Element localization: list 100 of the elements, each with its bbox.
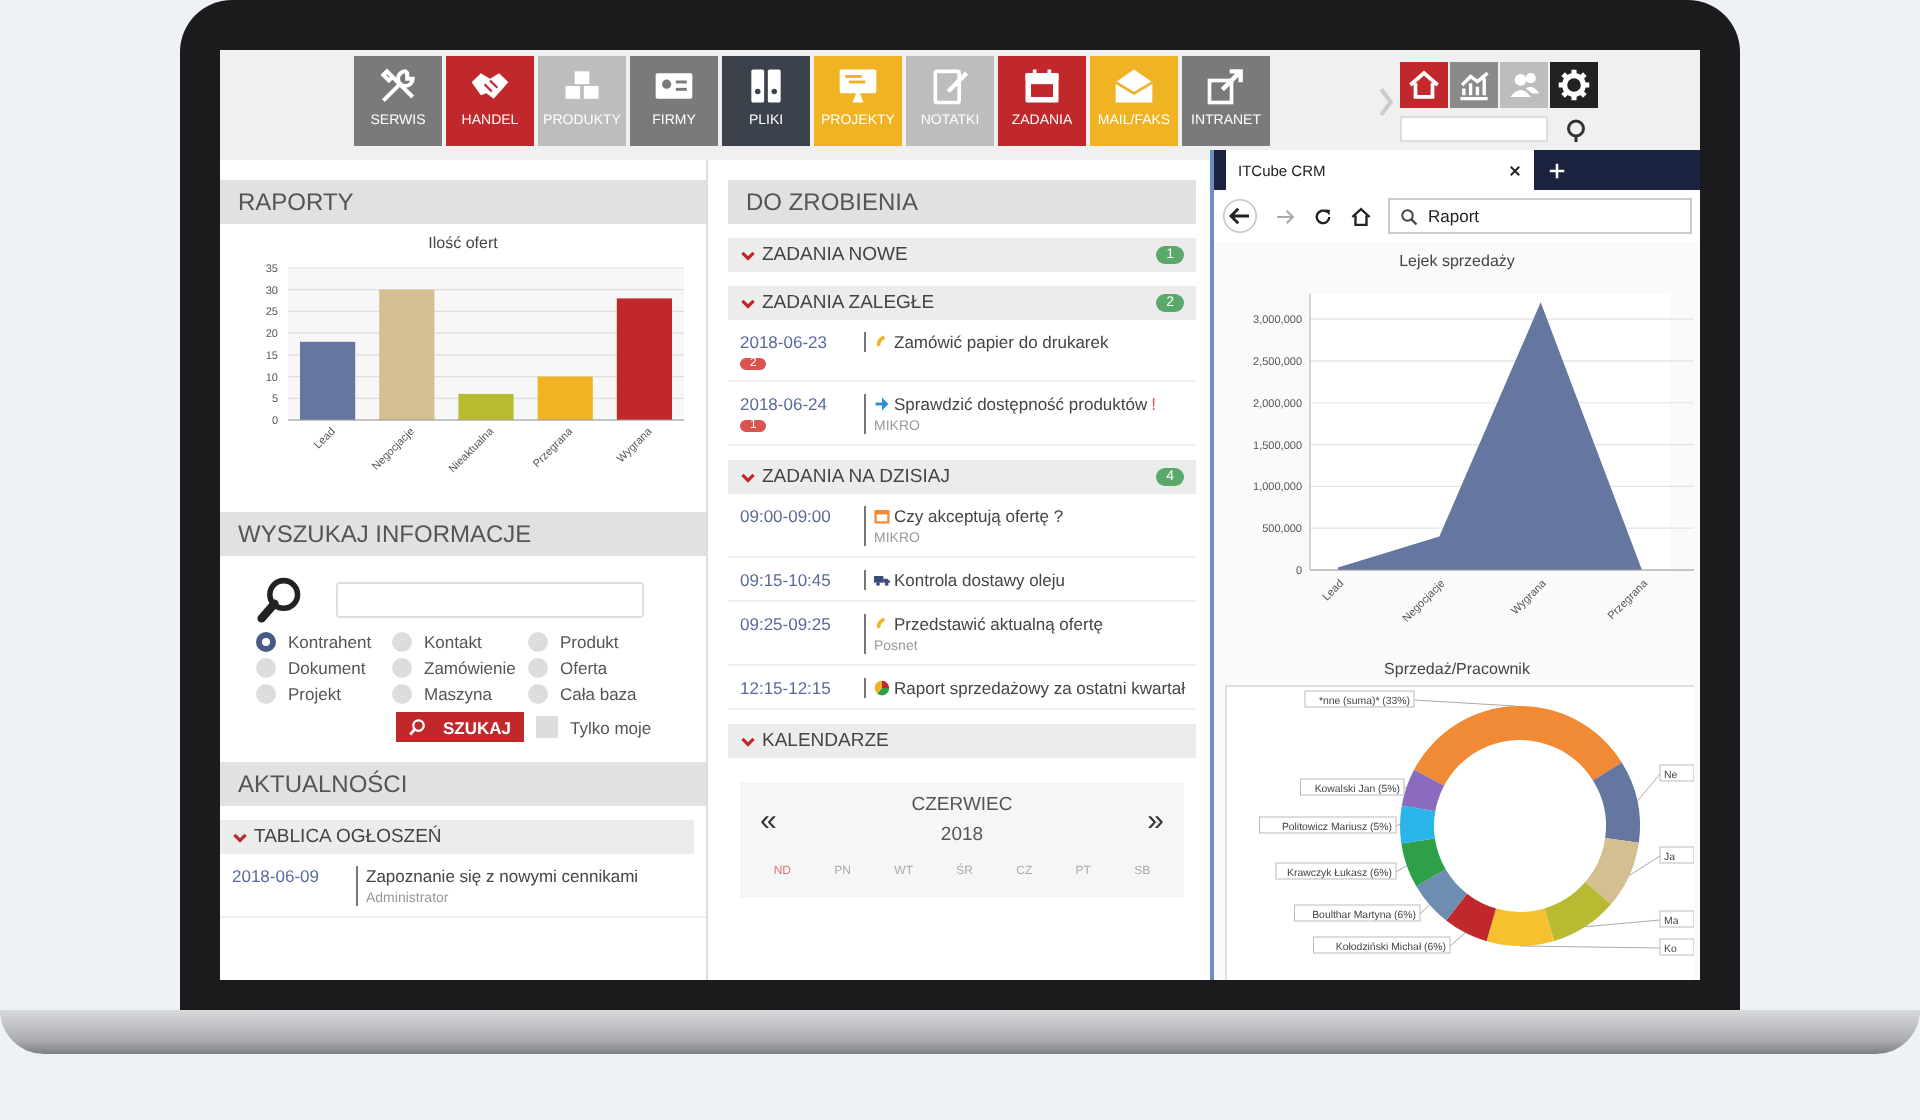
checkbox-label: Tylko moje	[570, 717, 652, 737]
chart-icon	[1456, 68, 1492, 102]
stats-button[interactable]	[1450, 62, 1498, 108]
bar	[379, 289, 435, 420]
next-month-button[interactable]: »	[1139, 803, 1172, 837]
task-title[interactable]: Raport sprzedażowy za ostatni kwartał	[894, 678, 1186, 698]
group-header[interactable]: TABLICA OGŁOSZEŃ	[220, 820, 694, 854]
radio-button[interactable]	[528, 632, 548, 652]
task-time: 09:25-09:25	[740, 614, 833, 634]
arrow-icon	[1204, 64, 1248, 108]
close-icon[interactable]	[1508, 163, 1522, 177]
group-title: ZADANIA ZALEGŁE	[762, 292, 937, 314]
radio-button[interactable]	[256, 658, 276, 678]
radio-button[interactable]	[528, 684, 548, 704]
notepad-icon	[928, 64, 972, 108]
users-icon	[1506, 68, 1542, 102]
task-title[interactable]: Sprawdzić dostępność produktów	[894, 394, 1148, 414]
leader-line	[1519, 945, 1661, 949]
donut-slice	[1585, 837, 1639, 905]
option-label: Maszyna	[424, 684, 493, 704]
reload-icon[interactable]	[1312, 205, 1334, 227]
checkbox[interactable]	[536, 716, 558, 738]
year-label: 2018	[940, 824, 984, 846]
leader-line	[1395, 865, 1408, 873]
search-button[interactable]: SZUKAJ	[396, 712, 524, 742]
forward-icon[interactable]	[1274, 205, 1296, 227]
monitor-icon	[836, 64, 880, 108]
leader-line	[1395, 824, 1401, 827]
donut-slice	[1416, 869, 1468, 921]
back-button[interactable]	[1222, 198, 1258, 234]
caret-icon	[740, 295, 756, 311]
home-icon[interactable]	[1350, 205, 1372, 227]
donut-slice	[1446, 893, 1497, 942]
leader-line	[1449, 932, 1466, 947]
truck-icon	[874, 572, 890, 588]
caret-icon	[740, 247, 756, 263]
leader-line	[1419, 904, 1431, 915]
calendar-icon	[874, 508, 890, 524]
month-label: CZERWIEC	[911, 794, 1013, 816]
option-label: Zamówienie	[424, 658, 516, 678]
task-time: 2018-06-23	[740, 332, 829, 352]
group-title: ZADANIA NA DZISIAJ	[762, 466, 952, 488]
section-header: RAPORTY	[220, 180, 706, 224]
task-time: 09:15-10:45	[740, 570, 833, 590]
radio-button[interactable]	[392, 658, 412, 678]
previous-month-button[interactable]: «	[752, 803, 785, 837]
urgent-mark: !	[1151, 394, 1156, 414]
group-title: TABLICA OGŁOSZEŃ	[254, 826, 442, 848]
news-title[interactable]: Zapoznanie się z nowymi cennikami	[366, 866, 639, 886]
task-title[interactable]: Zamówić papier do drukarek	[894, 332, 1109, 352]
task-time: 2018-06-24	[740, 394, 829, 414]
section-header: DO ZROBIENIA	[728, 180, 1196, 224]
chart-title: Lejek sprzedaży	[1397, 252, 1517, 270]
news-date: 2018-06-09	[232, 866, 321, 890]
task-time: 12:15-12:15	[740, 678, 833, 698]
leader-line	[1584, 919, 1661, 928]
section-header: AKTUALNOŚCI	[220, 762, 706, 806]
radio-button[interactable]	[256, 684, 276, 704]
donut-slice	[1401, 838, 1446, 887]
task-time: 09:00-09:00	[740, 506, 833, 526]
option-label: Dokument	[288, 658, 366, 678]
calendar-icon	[1020, 64, 1064, 108]
chart-title: Ilość ofert	[426, 234, 500, 252]
section-header: WYSZUKAJ INFORMACJE	[220, 512, 706, 556]
chevron-icon[interactable]	[1378, 86, 1394, 118]
caret-icon	[740, 469, 756, 485]
task-title[interactable]: Kontrola dostawy oleju	[894, 570, 1066, 590]
quick-search-field[interactable]	[1400, 116, 1548, 142]
search-field[interactable]	[336, 582, 644, 618]
caret-icon	[232, 829, 248, 845]
group-header[interactable]: KALENDARZE	[728, 724, 1196, 758]
caret-icon	[740, 733, 756, 749]
bar	[616, 298, 672, 420]
new-tab-icon[interactable]	[1548, 162, 1566, 180]
task-title[interactable]: Przedstawić aktualną ofertę	[894, 614, 1103, 634]
chart-title: Sprzedaż/Pracownik	[1382, 660, 1532, 678]
pie-chart-icon	[874, 680, 890, 696]
bar	[300, 341, 356, 420]
option-label: Cała baza	[560, 684, 637, 704]
option-label: Kontrahent	[288, 632, 372, 652]
bar	[537, 376, 593, 420]
arrow-icon	[874, 396, 890, 412]
task-title[interactable]: Czy akceptują ofertę ?	[894, 506, 1064, 526]
leader-line	[1628, 855, 1661, 876]
option-label: Projekt	[288, 684, 341, 704]
browser-search-field[interactable]: Raport	[1388, 198, 1692, 234]
home-button[interactable]	[1400, 62, 1448, 108]
option-label: Oferta	[560, 658, 608, 678]
radio-button[interactable]	[256, 632, 276, 652]
wrench-icon	[376, 64, 420, 108]
envelope-icon	[1112, 64, 1156, 108]
settings-button[interactable]	[1550, 62, 1598, 108]
leader-line	[1413, 699, 1517, 707]
leader-line	[1636, 773, 1661, 802]
radio-button[interactable]	[392, 632, 412, 652]
radio-button[interactable]	[392, 684, 412, 704]
option-label: Produkt	[560, 632, 619, 652]
radio-button[interactable]	[528, 658, 548, 678]
group-title: KALENDARZE	[762, 730, 891, 752]
donut-slice	[1400, 805, 1436, 844]
